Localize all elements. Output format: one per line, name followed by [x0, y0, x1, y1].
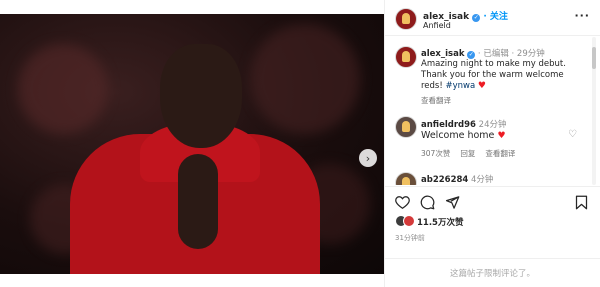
comment-likes-count[interactable]: 307次赞: [421, 148, 450, 159]
comments-restricted-footer: 这篇帖子限制评论了。: [385, 258, 600, 287]
comment-header: anfieldrd96 24分钟: [421, 118, 507, 130]
red-heart-emoji-icon: ♥: [497, 131, 506, 141]
commenter-avatar[interactable]: [395, 116, 417, 138]
commenter-username[interactable]: anfieldrd96: [421, 120, 476, 130]
background-light: [250, 24, 360, 134]
figure-hands: [178, 154, 218, 249]
post-media[interactable]: ›: [0, 14, 384, 274]
see-translation-link[interactable]: 查看翻译: [485, 148, 515, 159]
comment-actions: 307次赞 回复 查看翻译: [421, 148, 515, 159]
comments-list[interactable]: alex_isak ✓ · 已编辑 · 29分钟 Amazing night t…: [385, 37, 589, 185]
scrollbar-thumb[interactable]: [592, 47, 596, 69]
red-heart-emoji-icon: ♥: [477, 81, 486, 91]
comment-header: ab226284 4分钟: [421, 173, 493, 185]
caption-header: alex_isak ✓ · 已编辑 · 29分钟: [421, 47, 545, 59]
comment-time: 4分钟: [471, 175, 494, 185]
post-location[interactable]: Anfield: [423, 21, 451, 30]
post-sidebar: alex_isak ✓ · 关注 Anfield ··· alex_isak ✓…: [385, 0, 600, 287]
comment-bubble-icon[interactable]: [419, 194, 435, 210]
more-options-icon[interactable]: ···: [574, 9, 590, 22]
caption-username[interactable]: alex_isak: [421, 49, 465, 59]
caption-body: Amazing night to make my debut. Thank yo…: [421, 59, 566, 91]
comments-restricted-notice: 这篇帖子限制评论了。: [449, 269, 535, 279]
verified-badge-icon: ✓: [467, 51, 476, 59]
liker-avatar: [403, 215, 415, 227]
comment-text: Welcome home ♥: [421, 130, 506, 141]
comments-scrollbar[interactable]: [590, 37, 598, 185]
post-actions-bar: [385, 186, 600, 216]
comment-like-heart-icon[interactable]: ♡: [568, 129, 577, 140]
chevron-right-icon: ›: [365, 151, 371, 165]
paper-plane-icon[interactable]: [444, 194, 460, 210]
hashtag-link[interactable]: #ynwa: [445, 81, 475, 91]
caption-avatar[interactable]: [395, 46, 417, 68]
bookmark-icon[interactable]: [573, 194, 589, 210]
heart-outline-icon[interactable]: [394, 194, 410, 210]
caption-meta: · 已编辑 · 29分钟: [477, 49, 545, 59]
see-translation-link[interactable]: 查看翻译: [421, 95, 451, 106]
follow-button[interactable]: 关注: [490, 12, 508, 22]
commenter-username[interactable]: ab226284: [421, 175, 468, 185]
post-header: alex_isak ✓ · 关注 Anfield ···: [385, 0, 600, 36]
comment-time: 24分钟: [478, 120, 507, 130]
post-photo: [0, 14, 384, 274]
likes-count[interactable]: 11.5万次赞: [417, 216, 463, 228]
figure-head: [160, 44, 242, 148]
reply-button[interactable]: 回复: [460, 148, 475, 159]
caption-text: Amazing night to make my debut. Thank yo…: [421, 59, 586, 92]
verified-badge-icon: ✓: [472, 14, 481, 22]
commenter-avatar[interactable]: [395, 172, 417, 185]
author-avatar[interactable]: [395, 8, 417, 30]
next-slide-button[interactable]: ›: [359, 149, 377, 167]
post-timestamp[interactable]: 31分钟前: [395, 233, 425, 243]
comment-body: Welcome home: [421, 130, 498, 141]
background-light: [18, 44, 108, 134]
